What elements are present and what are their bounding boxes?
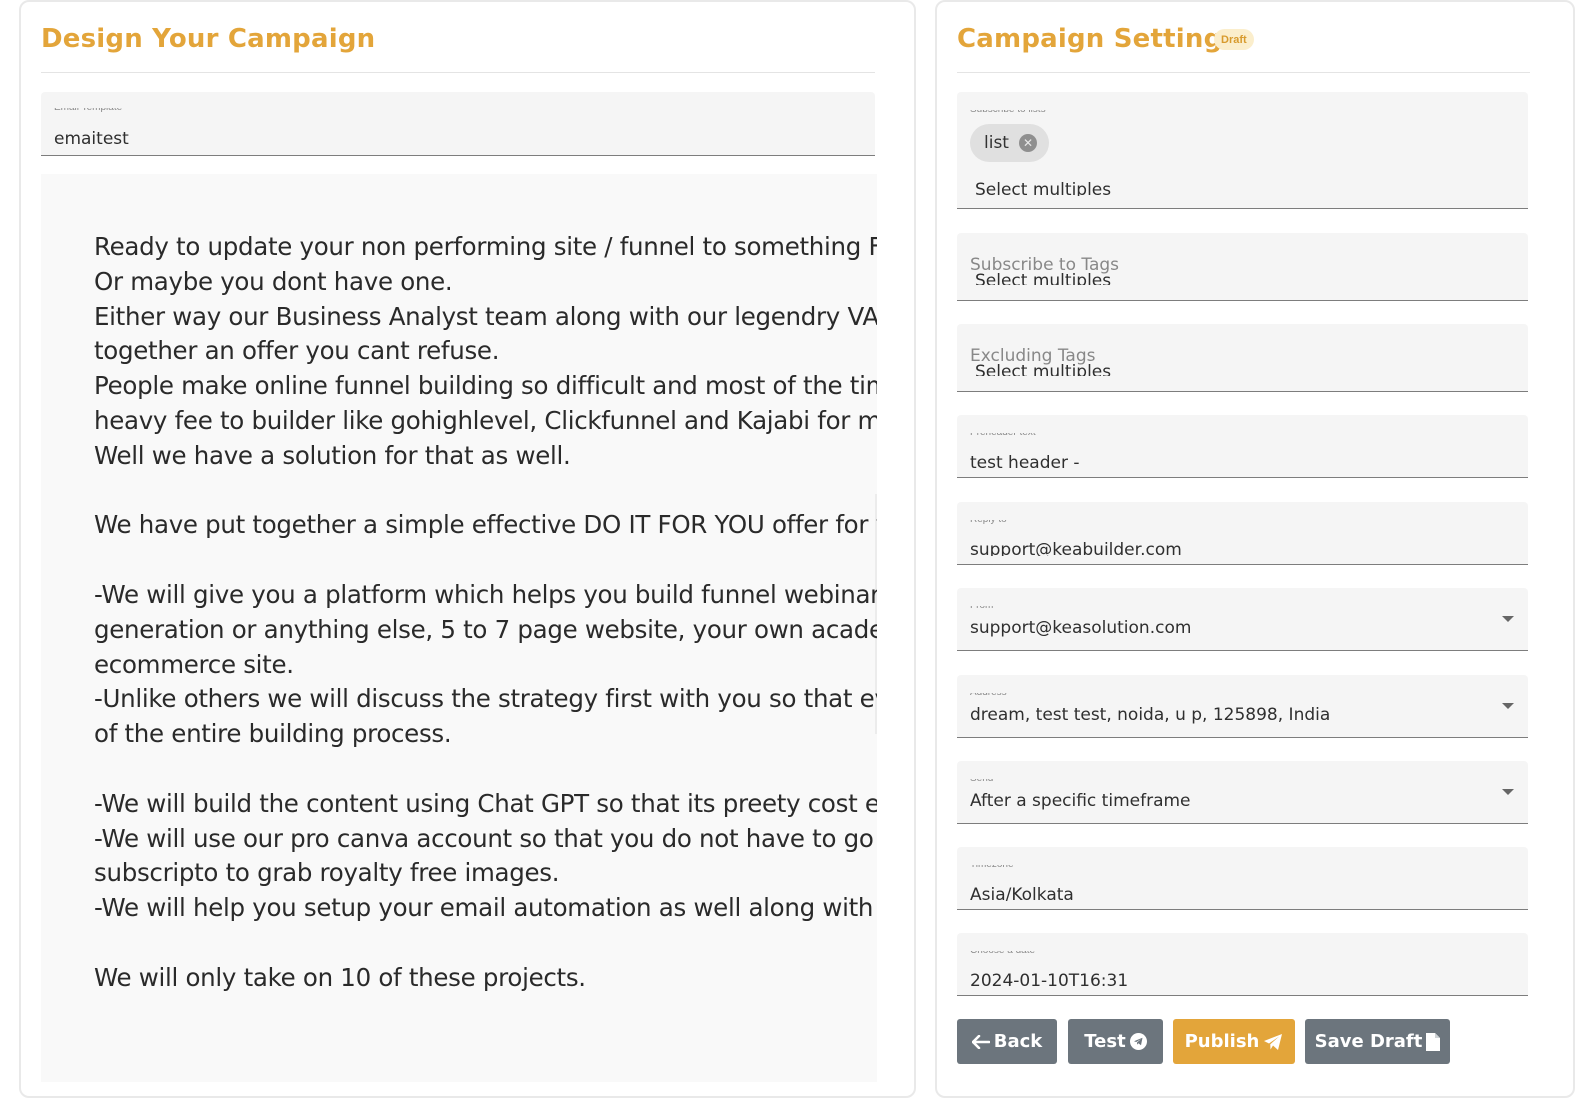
test-button[interactable]: Test (1068, 1019, 1163, 1064)
send-label: Send (970, 773, 994, 784)
reply-to-input: support@keabuilder.com (970, 540, 1182, 556)
telegram-icon (1129, 1033, 1147, 1050)
divider (957, 72, 1530, 73)
subscribe-lists-label: Subscribe to lists (970, 104, 1046, 115)
reply-to-field[interactable]: Reply to support@keabuilder.com (957, 502, 1528, 565)
from-value: support@keasolution.com (970, 618, 1192, 638)
preheader-field[interactable]: Preheader text test header - (957, 415, 1528, 478)
back-button[interactable]: Back (957, 1019, 1057, 1064)
back-button-label: Back (993, 1031, 1043, 1052)
email-body-line: subscripto to grab royalty free images. (94, 858, 560, 888)
email-body-line: We will only take on 10 of these project… (94, 962, 586, 992)
date-field[interactable]: Choose a date 2024-01-10T16:31 (957, 933, 1528, 996)
email-body-line: -We will use our pro canva account so th… (94, 823, 877, 853)
publish-button-label: Publish (1184, 1031, 1260, 1052)
email-body-line: -We will help you setup your email autom… (94, 893, 877, 923)
list-chip: list ✕ (970, 124, 1049, 162)
email-body-line: together an offer you cant refuse. (94, 336, 500, 366)
address-value: dream, test test, noida, u p, 125898, In… (970, 705, 1331, 725)
address-label: Address (970, 687, 1007, 698)
email-template-label: Email Template (54, 102, 123, 113)
chevron-down-icon[interactable] (1502, 789, 1514, 795)
email-body-line: Well we have a solution for that as well… (94, 440, 571, 470)
paper-plane-icon (1264, 1033, 1283, 1050)
email-body-line: Ready to update your non performing site… (94, 232, 877, 261)
status-badge: Draft (1214, 29, 1254, 50)
email-body-line: We have put together a simple effective … (94, 510, 877, 540)
design-campaign-panel: Design Your Campaign Email Template emai… (19, 0, 916, 1098)
timezone-field[interactable]: Timezone Asia/Kolkata (957, 847, 1528, 910)
email-body-line: Or maybe you dont have one. (94, 266, 453, 296)
file-icon (1426, 1032, 1441, 1051)
date-label: Choose a date (970, 945, 1036, 956)
date-input: 2024-01-10T16:31 (970, 971, 1129, 987)
email-body-line: ecommerce site. (94, 649, 294, 679)
subscribe-lists-placeholder: Select multiples (975, 180, 1112, 196)
save-draft-button-label: Save Draft (1314, 1031, 1423, 1052)
save-draft-button[interactable]: Save Draft (1305, 1019, 1450, 1064)
arrow-left-icon (971, 1034, 990, 1049)
email-body-line: -We will give you a platform which helps… (94, 580, 877, 609)
chevron-down-icon[interactable] (1502, 703, 1514, 709)
publish-button[interactable]: Publish (1173, 1019, 1295, 1064)
email-body-line: -Unlike others we will discuss the strat… (94, 684, 877, 714)
subscribe-tags-placeholder: Select multiples (975, 271, 1112, 285)
from-label: From (970, 600, 994, 611)
campaign-settings-title: Campaign Settings (957, 24, 1239, 54)
excluding-tags-placeholder: Select multiples (975, 362, 1112, 376)
preheader-label: Preheader text (970, 427, 1036, 438)
email-body-line: People make online funnel building so di… (94, 371, 877, 401)
email-body-line: -We will build the content using Chat GP… (94, 788, 877, 818)
chevron-down-icon[interactable] (1502, 616, 1514, 622)
list-chip-label: list (984, 133, 1009, 153)
subscribe-lists-field[interactable]: Subscribe to lists list ✕ Select multipl… (957, 92, 1528, 209)
remove-chip-icon[interactable]: ✕ (1018, 134, 1037, 152)
send-select[interactable]: Send After a specific timeframe (957, 761, 1528, 824)
email-preview: Ready to update your non performing site… (41, 174, 877, 1082)
design-campaign-title: Design Your Campaign (41, 24, 376, 54)
reply-to-label: Reply to (970, 514, 1007, 525)
send-value: After a specific timeframe (970, 791, 1191, 811)
timezone-input: Asia/Kolkata (970, 885, 1074, 901)
campaign-settings-panel: Campaign Settings Draft Subscribe to lis… (935, 0, 1575, 1098)
divider (41, 72, 875, 73)
preheader-input: test header - (970, 453, 1080, 469)
email-body-line: heavy fee to builder like gohighlevel, C… (94, 406, 877, 435)
from-select[interactable]: From support@keasolution.com (957, 588, 1528, 651)
email-template-value: emaitest (54, 129, 129, 146)
subscribe-tags-field[interactable]: Subscribe to Tags Select multiples (957, 233, 1528, 301)
email-body-line: of the entire building process. (94, 719, 452, 749)
email-template-field[interactable]: Email Template emaitest (41, 92, 875, 156)
address-select[interactable]: Address dream, test test, noida, u p, 12… (957, 675, 1528, 738)
email-body-line: generation or anything else, 5 to 7 page… (94, 614, 877, 644)
email-body-line: Either way our Business Analyst team alo… (94, 301, 877, 331)
excluding-tags-field[interactable]: Excluding Tags Select multiples (957, 324, 1528, 392)
timezone-label: Timezone (970, 859, 1014, 870)
test-button-label: Test (1084, 1031, 1126, 1052)
